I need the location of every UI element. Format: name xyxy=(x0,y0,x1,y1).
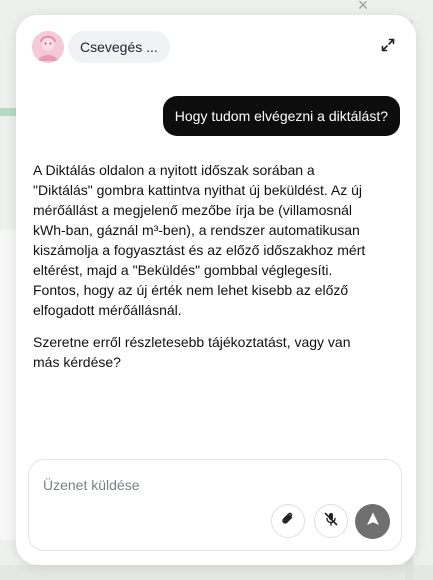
expand-icon[interactable] xyxy=(380,37,396,53)
chat-title: Csevegés ... xyxy=(80,39,158,55)
chat-panel: Csevegés ... Hogy tudom elvégezni a dikt… xyxy=(16,15,416,565)
assistant-message: A Diktálás oldalon a nyitott időszak sor… xyxy=(33,160,378,384)
message-input[interactable] xyxy=(41,472,385,498)
send-arrow-icon xyxy=(365,511,381,532)
message-composer xyxy=(28,459,402,551)
background-footer xyxy=(0,565,433,580)
user-message-bubble: Hogy tudom elvégezni a diktálást? xyxy=(162,96,400,136)
send-button[interactable] xyxy=(355,504,390,539)
user-message-text: Hogy tudom elvégezni a diktálást? xyxy=(174,108,388,124)
attach-button[interactable] xyxy=(271,504,305,538)
avatar-icon xyxy=(32,31,64,63)
chat-title-button[interactable]: Csevegés ... xyxy=(68,31,170,63)
assistant-paragraph: Szeretne erről részletesebb tájékoztatás… xyxy=(33,334,351,370)
assistant-paragraph: A Diktálás oldalon a nyitott időszak sor… xyxy=(33,162,366,318)
chat-header: Csevegés ... xyxy=(32,31,170,63)
microphone-off-icon xyxy=(323,511,339,532)
microphone-button[interactable] xyxy=(314,504,348,538)
paperclip-icon xyxy=(280,511,296,532)
close-icon[interactable]: × xyxy=(354,0,372,14)
